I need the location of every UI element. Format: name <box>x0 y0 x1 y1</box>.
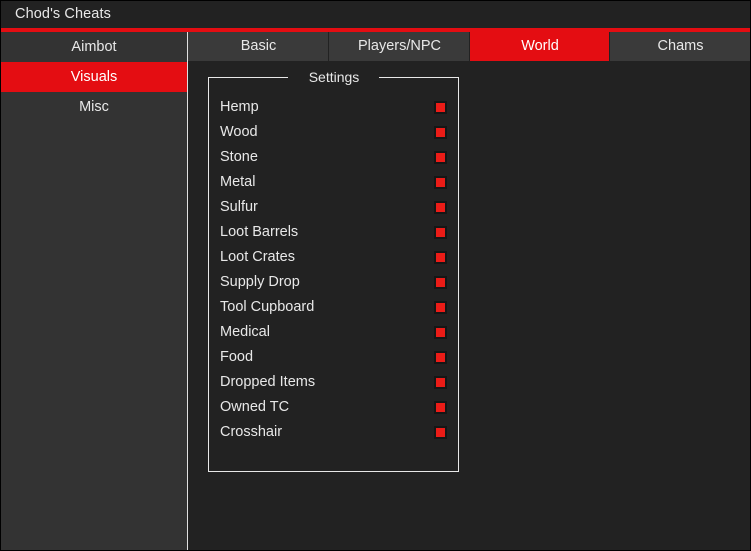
setting-row-food[interactable]: Food <box>208 345 459 370</box>
checkbox-hemp[interactable] <box>434 101 447 114</box>
setting-label-sulfur: Sulfur <box>220 199 258 215</box>
tab-bar: Basic Players/NPC World Chams <box>188 32 750 61</box>
checkbox-wood[interactable] <box>434 126 447 139</box>
checkbox-owned-tc[interactable] <box>434 401 447 414</box>
sidebar-item-misc[interactable]: Misc <box>1 92 187 122</box>
tab-chams[interactable]: Chams <box>610 32 750 61</box>
tab-players-npc[interactable]: Players/NPC <box>329 32 470 61</box>
setting-row-wood[interactable]: Wood <box>208 120 459 145</box>
setting-row-sulfur[interactable]: Sulfur <box>208 195 459 220</box>
checkbox-supply-drop[interactable] <box>434 276 447 289</box>
checkbox-crosshair[interactable] <box>434 426 447 439</box>
groupbox-border-bottom <box>208 471 459 472</box>
setting-label-crosshair: Crosshair <box>220 424 283 440</box>
setting-row-metal[interactable]: Metal <box>208 170 459 195</box>
tab-label: Basic <box>240 38 277 54</box>
groupbox-border-top-left <box>208 77 288 78</box>
sidebar-item-visuals[interactable]: Visuals <box>1 62 187 92</box>
setting-row-tool-cupboard[interactable]: Tool Cupboard <box>208 295 459 320</box>
window-title: Chod's Cheats <box>15 6 111 22</box>
checkbox-medical[interactable] <box>434 326 447 339</box>
setting-label-owned-tc: Owned TC <box>220 399 290 415</box>
setting-row-stone[interactable]: Stone <box>208 145 459 170</box>
sidebar-item-label: Aimbot <box>71 39 117 55</box>
checkbox-loot-barrels[interactable] <box>434 226 447 239</box>
setting-row-supply-drop[interactable]: Supply Drop <box>208 270 459 295</box>
checkbox-tool-cupboard[interactable] <box>434 301 447 314</box>
groupbox-legend: Settings <box>292 69 376 85</box>
checkbox-dropped-items[interactable] <box>434 376 447 389</box>
tab-label: Players/NPC <box>358 38 441 54</box>
tab-world[interactable]: World <box>470 32 610 61</box>
setting-label-stone: Stone <box>220 149 258 165</box>
tab-label: World <box>521 38 559 54</box>
setting-label-supply-drop: Supply Drop <box>220 274 300 290</box>
checkbox-metal[interactable] <box>434 176 447 189</box>
settings-rows: Hemp Wood Stone Metal Sulfur Loot Barrels Loot… <box>208 95 459 445</box>
setting-row-medical[interactable]: Medical <box>208 320 459 345</box>
setting-row-owned-tc[interactable]: Owned TC <box>208 395 459 420</box>
setting-label-food: Food <box>220 349 254 365</box>
checkbox-stone[interactable] <box>434 151 447 164</box>
setting-label-dropped-items: Dropped Items <box>220 374 316 390</box>
sidebar: Aimbot Visuals Misc <box>1 32 187 550</box>
sidebar-item-aimbot[interactable]: Aimbot <box>1 32 187 62</box>
setting-label-loot-crates: Loot Crates <box>220 249 295 265</box>
setting-row-hemp[interactable]: Hemp <box>208 95 459 120</box>
tab-basic[interactable]: Basic <box>188 32 329 61</box>
setting-label-metal: Metal <box>220 174 256 190</box>
sidebar-item-label: Visuals <box>70 69 118 85</box>
setting-label-tool-cupboard: Tool Cupboard <box>220 299 315 315</box>
application-window: Chod's Cheats Aimbot Visuals Misc Basic Pla… <box>0 0 751 551</box>
setting-label-loot-barrels: Loot Barrels <box>220 224 299 240</box>
content-area: Basic Players/NPC World Chams Settings Hemp… <box>188 32 750 550</box>
sidebar-item-label: Misc <box>79 99 109 115</box>
checkbox-food[interactable] <box>434 351 447 364</box>
setting-label-medical: Medical <box>220 324 270 340</box>
tab-label: Chams <box>657 38 704 54</box>
groupbox-border-top-right <box>379 77 459 78</box>
setting-label-wood: Wood <box>220 124 258 140</box>
checkbox-loot-crates[interactable] <box>434 251 447 264</box>
setting-label-hemp: Hemp <box>220 99 259 115</box>
title-bar: Chod's Cheats <box>1 1 750 28</box>
checkbox-sulfur[interactable] <box>434 201 447 214</box>
setting-row-dropped-items[interactable]: Dropped Items <box>208 370 459 395</box>
settings-groupbox: Settings Hemp Wood Stone Metal Sulfur Loot Ba… <box>208 69 459 472</box>
setting-row-loot-barrels[interactable]: Loot Barrels <box>208 220 459 245</box>
setting-row-crosshair[interactable]: Crosshair <box>208 420 459 445</box>
setting-row-loot-crates[interactable]: Loot Crates <box>208 245 459 270</box>
